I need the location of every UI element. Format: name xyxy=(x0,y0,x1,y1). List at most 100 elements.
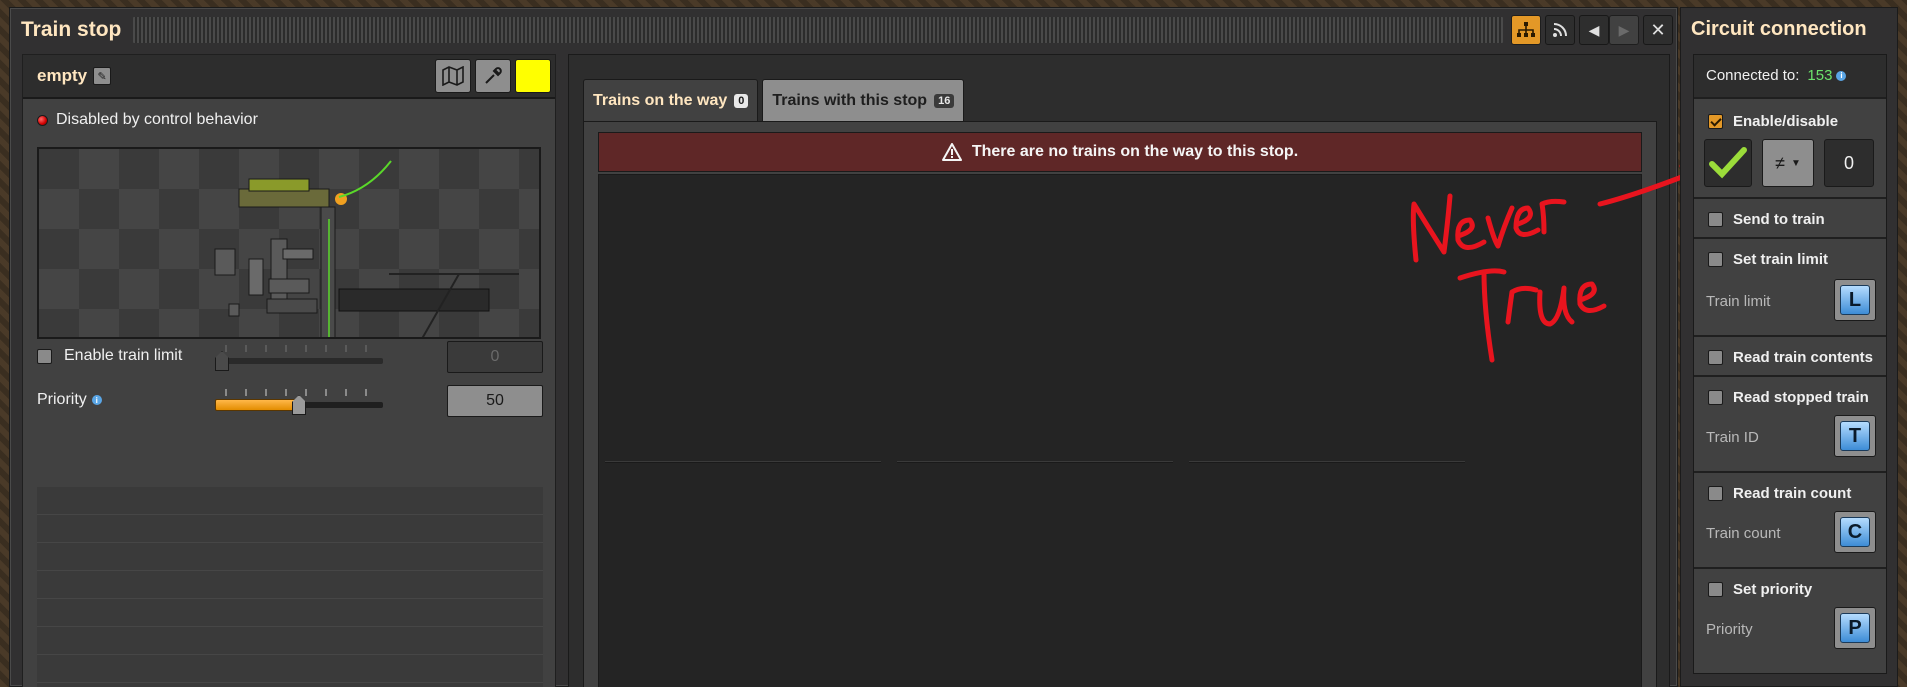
network-icon[interactable] xyxy=(1511,15,1541,45)
read-train-count-label: Read train count xyxy=(1733,485,1852,502)
previous-icon[interactable]: ◀ xyxy=(1579,15,1609,45)
priority-slider-fill xyxy=(215,399,299,411)
set-priority-label: Set priority xyxy=(1733,581,1813,598)
status-row: Disabled by control behavior xyxy=(37,111,258,129)
train-stop-window: Train stop ◀ ▶ ✕ empty ✎ Disabled by con… xyxy=(9,7,1678,687)
map-icon[interactable] xyxy=(435,59,471,93)
signal-t-icon: T xyxy=(1840,421,1870,451)
train-id-signal-slot[interactable]: T xyxy=(1834,415,1876,457)
read-stopped-train-row: Read stopped train xyxy=(1708,389,1869,406)
train-limit-signal-slot[interactable]: L xyxy=(1834,279,1876,321)
priority-label: Priority xyxy=(37,391,87,408)
window-title: Train stop xyxy=(21,18,122,41)
tab-label: Trains on the way xyxy=(593,91,728,109)
status-red-icon xyxy=(37,114,48,126)
priority-sublabel: Priority xyxy=(1706,621,1753,638)
priority-knob[interactable] xyxy=(292,395,306,415)
train-limit-sublabel: Train limit xyxy=(1706,293,1771,310)
trains-panel: Trains on the way 0 Trains with this sto… xyxy=(568,54,1670,687)
constant-field[interactable]: 0 xyxy=(1824,139,1874,187)
connected-value: 153 xyxy=(1807,67,1833,84)
next-icon[interactable]: ▶ xyxy=(1609,15,1639,45)
priority-slider[interactable] xyxy=(215,385,383,415)
check-signal-icon xyxy=(1709,147,1747,179)
enable-disable-checkbox[interactable] xyxy=(1708,114,1723,129)
condition-signal-slot[interactable] xyxy=(1704,139,1752,187)
connected-section: Connected to: 153 i xyxy=(1694,55,1886,99)
close-icon[interactable]: ✕ xyxy=(1643,15,1673,45)
info-icon: i xyxy=(1836,70,1847,81)
tab-label: Trains with this stop xyxy=(772,91,928,109)
tab-trains-with-this-stop[interactable]: Trains with this stop 16 xyxy=(762,79,965,121)
send-to-train-label: Send to train xyxy=(1733,211,1825,228)
tab-count-badge: 16 xyxy=(934,93,955,108)
station-color-swatch[interactable] xyxy=(515,59,551,93)
operator-dropdown[interactable]: ≠ ▼ xyxy=(1762,139,1814,187)
warning-text: There are no trains on the way to this s… xyxy=(971,143,1299,160)
station-panel: empty ✎ Disabled by control behavior Ena… xyxy=(22,54,556,687)
circuit-title: Circuit connection xyxy=(1691,18,1867,40)
signal-p-icon: P xyxy=(1840,613,1870,643)
read-train-count-row: Read train count xyxy=(1708,485,1851,502)
read-stopped-train-label: Read stopped train xyxy=(1733,389,1869,406)
tab-content: There are no trains on the way to this s… xyxy=(583,121,1657,687)
read-train-count-checkbox[interactable] xyxy=(1708,486,1723,501)
no-trains-warning: There are no trains on the way to this s… xyxy=(598,132,1642,172)
enable-disable-section: Enable/disable ≠ ▼ 0 xyxy=(1694,101,1886,199)
send-to-train-row: Send to train xyxy=(1708,211,1825,228)
train-limit-field[interactable]: 0 xyxy=(447,341,543,373)
read-stopped-train-section: Read stopped train Train ID T xyxy=(1694,379,1886,473)
train-limit-row: Enable train limit xyxy=(37,347,182,365)
rename-button[interactable]: ✎ xyxy=(93,67,112,85)
read-train-contents-section: Read train contents xyxy=(1694,339,1886,377)
schedule-list xyxy=(37,487,543,687)
connected-label: Connected to: xyxy=(1706,67,1800,84)
train-count-signal-slot[interactable]: C xyxy=(1834,511,1876,553)
read-train-contents-label: Read train contents xyxy=(1733,349,1874,366)
train-stop-entity xyxy=(214,160,519,337)
train-limit-checkbox[interactable] xyxy=(37,348,52,364)
set-train-limit-row: Set train limit xyxy=(1708,251,1828,268)
set-priority-section: Set priority Priority P xyxy=(1694,571,1886,673)
priority-field[interactable]: 50 xyxy=(447,385,543,417)
tab-trains-on-the-way[interactable]: Trains on the way 0 xyxy=(583,79,759,121)
train-limit-knob[interactable] xyxy=(215,351,229,371)
title-bar[interactable]: Train stop ◀ ▶ ✕ xyxy=(10,8,1677,52)
priority-signal-slot[interactable]: P xyxy=(1834,607,1876,649)
read-train-count-section: Read train count Train count C xyxy=(1694,475,1886,569)
signal-l-icon: L xyxy=(1840,285,1870,315)
send-to-train-checkbox[interactable] xyxy=(1708,212,1723,227)
tab-bar: Trains on the way 0 Trains with this sto… xyxy=(583,79,965,121)
read-train-contents-row: Read train contents xyxy=(1708,349,1873,366)
color-picker-icon[interactable] xyxy=(475,59,511,93)
train-limit-label: Enable train limit xyxy=(64,347,183,364)
drag-handle[interactable] xyxy=(133,17,1503,43)
circuit-body: Connected to: 153 i Enable/disable ≠ ▼ 0 xyxy=(1693,54,1887,674)
set-priority-row: Set priority xyxy=(1708,581,1812,598)
station-header: empty ✎ xyxy=(23,55,555,99)
operator-value: ≠ xyxy=(1775,152,1785,173)
chevron-down-icon: ▼ xyxy=(1790,157,1801,169)
priority-row: Priority i xyxy=(37,391,102,409)
status-text: Disabled by control behavior xyxy=(56,111,258,128)
set-train-limit-label: Set train limit xyxy=(1733,251,1829,268)
set-priority-checkbox[interactable] xyxy=(1708,582,1723,597)
signal-c-icon: C xyxy=(1840,517,1870,547)
train-stop-preview xyxy=(37,147,541,339)
read-stopped-train-checkbox[interactable] xyxy=(1708,390,1723,405)
signal-icon[interactable] xyxy=(1545,15,1575,45)
enable-disable-row: Enable/disable xyxy=(1708,113,1838,130)
set-train-limit-checkbox[interactable] xyxy=(1708,252,1723,267)
info-icon: i xyxy=(91,395,102,405)
circuit-connection-window: Circuit connection Connected to: 153 i E… xyxy=(1680,7,1898,687)
tab-count-badge: 0 xyxy=(734,93,749,108)
enable-disable-label: Enable/disable xyxy=(1733,113,1839,130)
send-to-train-section: Send to train xyxy=(1694,201,1886,239)
set-train-limit-section: Set train limit Train limit L xyxy=(1694,241,1886,337)
station-name: empty xyxy=(37,66,88,85)
read-train-contents-checkbox[interactable] xyxy=(1708,350,1723,365)
train-count-sublabel: Train count xyxy=(1706,525,1781,542)
train-grid xyxy=(598,174,1642,687)
train-id-sublabel: Train ID xyxy=(1706,429,1759,446)
train-limit-slider[interactable] xyxy=(215,341,383,371)
